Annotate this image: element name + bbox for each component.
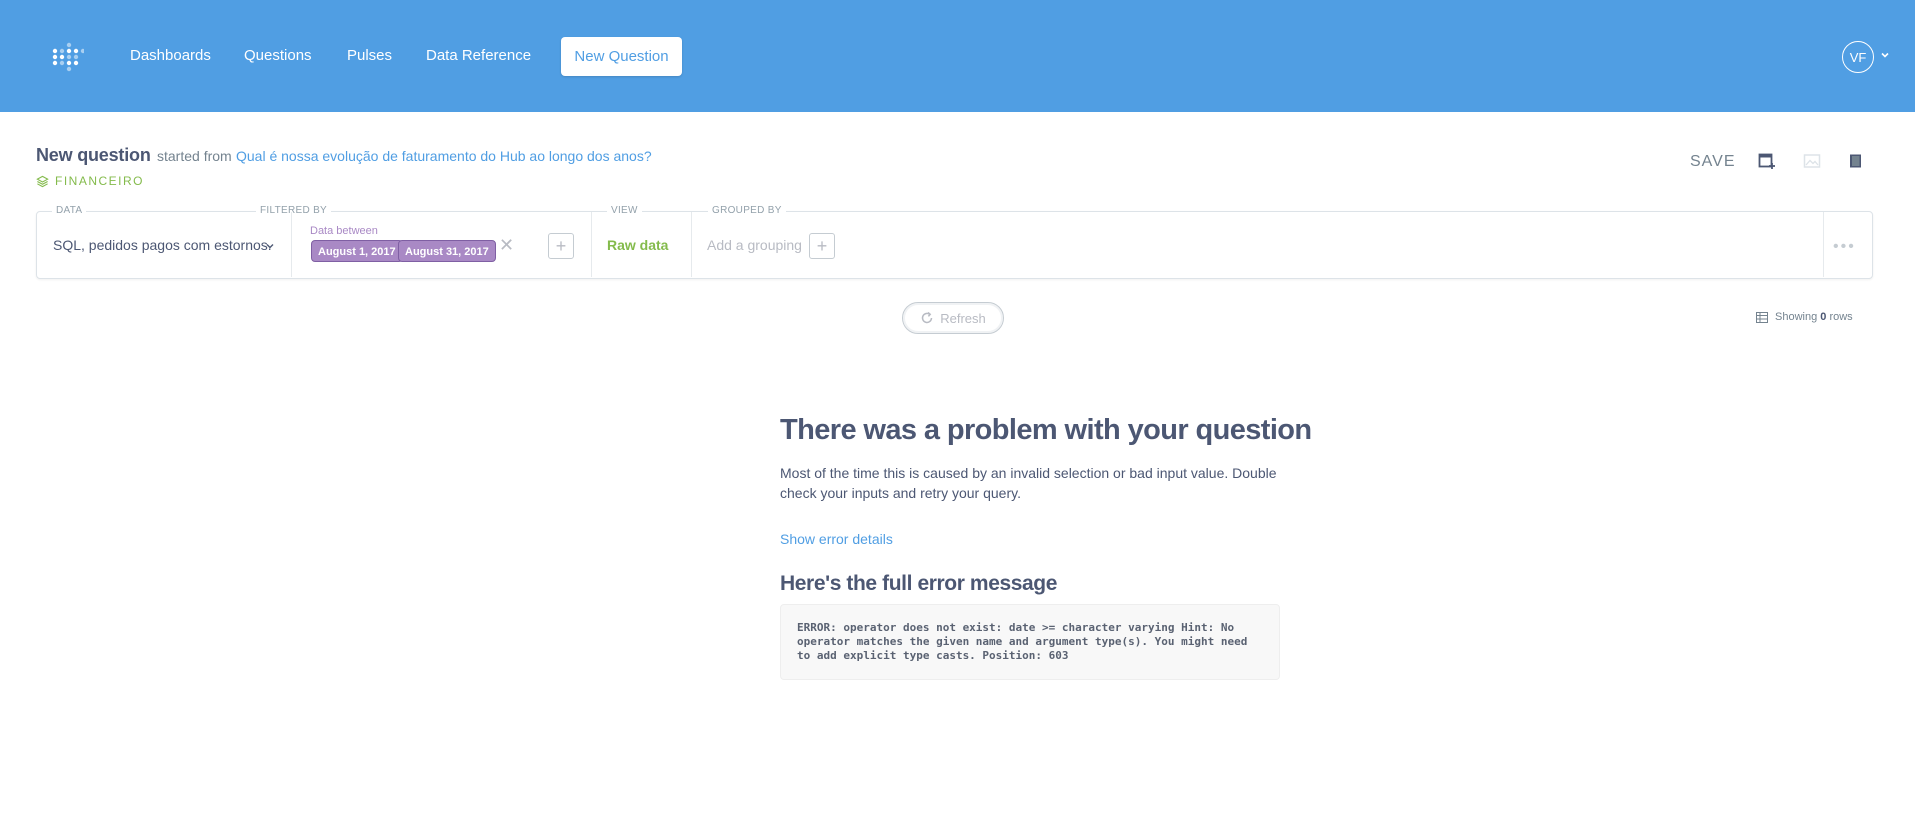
new-question-button[interactable]: New Question xyxy=(561,37,682,76)
add-grouping-placeholder[interactable]: Add a grouping xyxy=(707,237,802,253)
refresh-button[interactable]: Refresh xyxy=(902,302,1004,334)
add-to-dashboard-icon[interactable] xyxy=(1758,152,1776,170)
user-avatar[interactable]: VF xyxy=(1842,41,1874,73)
refresh-icon xyxy=(922,311,933,324)
section-divider xyxy=(1823,212,1824,277)
original-question-link[interactable]: Qual é nossa evolução de faturamento do … xyxy=(236,148,652,164)
data-source-selector[interactable]: SQL, pedidos pagos com estornos. xyxy=(53,237,272,253)
error-title: There was a problem with your question xyxy=(780,414,1312,446)
grouping-section-label: GROUPED BY xyxy=(708,205,786,216)
row-count: 0 xyxy=(1820,311,1827,323)
row-count-info: Showing 0 rows xyxy=(1756,311,1853,323)
error-message-box: ERROR: operator does not exist: date >= … xyxy=(780,604,1280,680)
filter-field-label[interactable]: Data between xyxy=(310,225,378,237)
add-filter-button[interactable]: + xyxy=(548,233,574,259)
filter-value-pill[interactable]: August 31, 2017 xyxy=(398,240,496,262)
question-title[interactable]: New question xyxy=(36,145,151,166)
show-error-details-link[interactable]: Show error details xyxy=(780,531,893,547)
add-grouping-button[interactable]: + xyxy=(809,233,835,259)
nav-questions[interactable]: Questions xyxy=(244,0,312,112)
chevron-down-icon[interactable] xyxy=(266,242,274,250)
view-selector[interactable]: Raw data xyxy=(607,237,668,253)
section-divider xyxy=(291,212,292,277)
showing-suffix: rows xyxy=(1829,311,1853,323)
collection-icon xyxy=(36,175,49,187)
nav-data-reference[interactable]: Data Reference xyxy=(426,0,531,112)
top-nav-bar: Dashboards Questions Pulses Data Referen… xyxy=(0,0,1915,112)
metabase-logo-icon[interactable] xyxy=(50,40,84,74)
filter-value-pill[interactable]: August 1, 2017 xyxy=(311,240,403,262)
view-section-label: VIEW xyxy=(607,205,642,216)
collection-name: FINANCEIRO xyxy=(55,174,145,188)
full-error-heading: Here's the full error message xyxy=(780,572,1058,595)
remove-filter-icon[interactable]: ✕ xyxy=(499,235,514,255)
filter-section-label: FILTERED BY xyxy=(256,205,332,216)
refresh-label: Refresh xyxy=(940,310,986,326)
more-options-icon[interactable]: ••• xyxy=(1833,238,1856,256)
error-description: Most of the time this is caused by an in… xyxy=(780,465,1277,501)
nav-pulses[interactable]: Pulses xyxy=(347,0,392,112)
table-icon xyxy=(1756,311,1768,323)
image-icon xyxy=(1803,154,1821,168)
section-divider xyxy=(591,212,592,277)
save-button[interactable]: SAVE xyxy=(1690,153,1736,171)
started-from-label: started from xyxy=(157,148,232,164)
collection-badge[interactable]: FINANCEIRO xyxy=(36,174,144,188)
data-section-label: DATA xyxy=(52,205,87,216)
showing-prefix: Showing xyxy=(1775,311,1818,323)
nav-dashboards[interactable]: Dashboards xyxy=(130,0,211,112)
book-icon[interactable] xyxy=(1847,152,1865,170)
section-divider xyxy=(691,212,692,277)
chevron-down-icon[interactable] xyxy=(1880,50,1890,60)
